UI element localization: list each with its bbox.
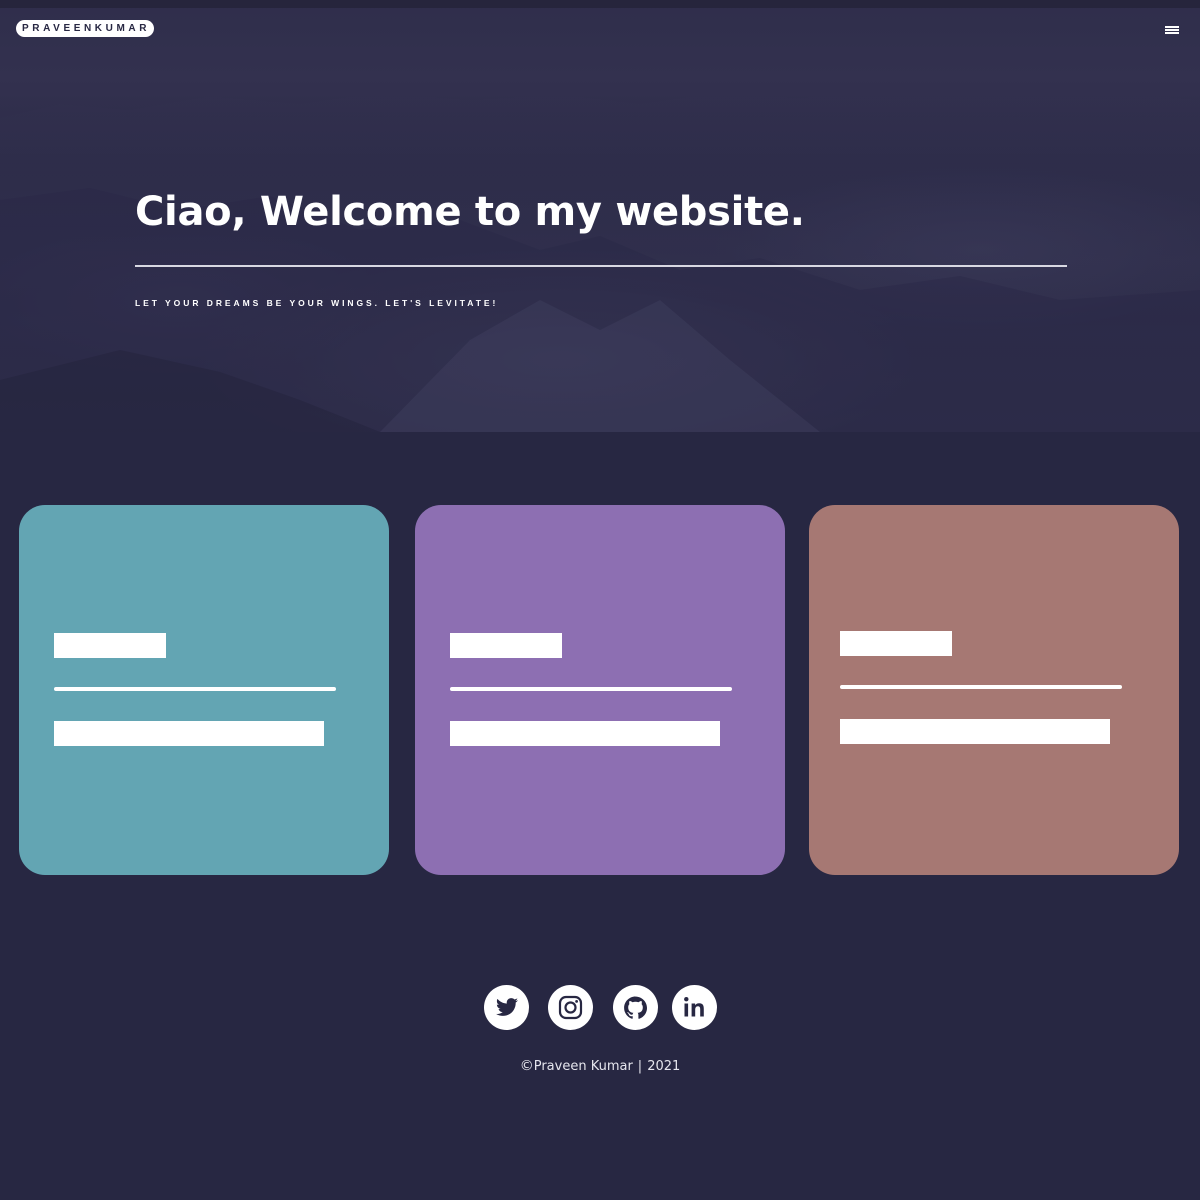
site-logo[interactable]: PRAVEENKUMAR (16, 20, 155, 37)
card-divider (450, 687, 732, 691)
card-2[interactable] (415, 505, 785, 875)
hero-subtitle: LET YOUR DREAMS BE YOUR WINGS. LET'S LEV… (135, 298, 499, 308)
page: PRAVEENKUMAR Ciao, Welcome to my website… (0, 0, 1200, 1200)
footer-year: 2021 (647, 1059, 681, 1074)
linkedin-link[interactable] (672, 985, 717, 1030)
hero-divider (135, 265, 1067, 267)
card-text-placeholder (450, 721, 720, 746)
card-title-placeholder (840, 631, 952, 656)
footer: ©Praveen Kumar | 2021 (0, 1056, 1200, 1077)
hero-title: Ciao, Welcome to my website. (135, 189, 805, 235)
hamburger-icon[interactable] (1163, 22, 1181, 36)
card-title-placeholder (450, 633, 562, 658)
card-text-placeholder (54, 721, 324, 746)
twitter-link[interactable] (484, 985, 529, 1030)
instagram-link[interactable] (548, 985, 593, 1030)
card-divider (840, 685, 1122, 689)
github-icon (624, 996, 647, 1019)
twitter-icon (496, 998, 518, 1016)
card-1[interactable] (19, 505, 389, 875)
card-title-placeholder (54, 633, 166, 658)
github-link[interactable] (613, 985, 658, 1030)
copyright-icon: © (519, 1058, 534, 1074)
card-3[interactable] (809, 505, 1179, 875)
linkedin-icon (684, 997, 704, 1017)
card-text-placeholder (840, 719, 1110, 744)
instagram-icon (558, 995, 583, 1020)
footer-separator: | (637, 1059, 643, 1074)
card-divider (54, 687, 336, 691)
footer-name: Praveen Kumar (533, 1059, 633, 1074)
hero-section: PRAVEENKUMAR Ciao, Welcome to my website… (0, 0, 1200, 432)
